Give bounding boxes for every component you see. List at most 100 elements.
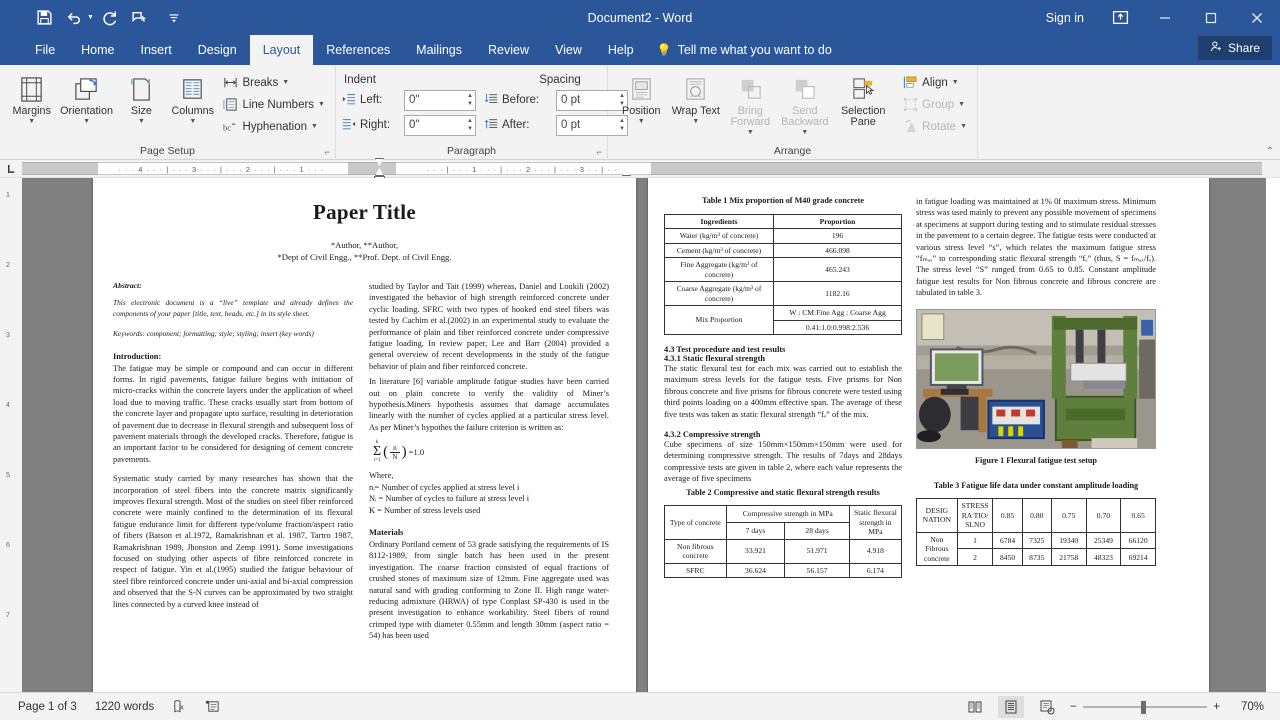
table2-r1-c2: 56.157 (785, 563, 850, 578)
zoom-track[interactable] (1083, 700, 1208, 714)
position-button[interactable]: Position ▼ (614, 69, 669, 125)
tab-design[interactable]: Design (185, 35, 250, 65)
undo-dropdown-caret[interactable]: ▼ (87, 14, 94, 21)
table-row: Non fibrous concrete 33.921 51.971 4.918 (665, 539, 902, 563)
restore-icon[interactable] (1188, 0, 1234, 35)
table2-header-type: Type of concrete (665, 506, 727, 540)
ribbon-display-options-icon[interactable] (1098, 0, 1142, 35)
zoom-thumb[interactable] (1141, 701, 1146, 714)
columns-button[interactable]: Columns ▼ (167, 69, 218, 125)
table1-r0-c0: Water (kg/m³ of concrete) (665, 229, 774, 244)
horizontal-ruler[interactable]: · · · 4 · · · | · · · 3 · · · | · · · 2 … (0, 160, 1280, 178)
undo-icon[interactable] (60, 5, 88, 31)
table2-r1-c0: SFRC (665, 563, 727, 578)
redo-icon[interactable] (96, 5, 124, 31)
collapse-ribbon-icon[interactable]: ⌃ (1266, 146, 1274, 157)
sign-in-button[interactable]: Sign in (1032, 11, 1098, 25)
tab-review[interactable]: Review (475, 35, 542, 65)
save-icon[interactable] (30, 5, 58, 31)
breaks-button[interactable]: Breaks ▼ (218, 72, 329, 93)
ruler-margin-right-outer (651, 162, 1262, 175)
orientation-dropdown-caret[interactable]: ▼ (83, 118, 90, 125)
selection-pane-button[interactable]: Selection Pane (832, 69, 894, 128)
table3-r0-c3: 19340 (1051, 532, 1086, 549)
tab-mailings[interactable]: Mailings (403, 35, 475, 65)
col3-paragraph-1: in fatigue loading was maintained at 1% … (916, 196, 1156, 299)
zoom-out-button[interactable]: − (1070, 701, 1077, 713)
tab-view[interactable]: View (542, 35, 595, 65)
accessibility-checker-icon[interactable] (205, 699, 220, 714)
wrap-text-button[interactable]: Wrap Text ▼ (669, 69, 724, 125)
line-numbers-dropdown-caret[interactable]: ▼ (318, 101, 325, 108)
line-numbers-button[interactable]: Line Numbers ▼ (218, 94, 329, 115)
hyphenation-dropdown-caret[interactable]: ▼ (311, 123, 318, 130)
col2-paragraph-1: studied by Taylor and Tait (1999) wherea… (369, 281, 609, 372)
rotate-label: Rotate (922, 121, 956, 133)
page-indicator[interactable]: Page 1 of 3 (18, 701, 77, 713)
indent-right-input[interactable]: 0" ▲▼ (404, 115, 476, 136)
tab-insert[interactable]: Insert (128, 35, 185, 65)
minimize-icon[interactable] (1142, 0, 1188, 35)
position-dropdown-caret[interactable]: ▼ (638, 118, 645, 125)
tell-me-search[interactable]: 💡 Tell me what you want to do (647, 35, 842, 65)
customize-quick-access-icon[interactable] (160, 5, 188, 31)
size-button[interactable]: Size ▼ (116, 69, 167, 125)
align-dropdown-caret[interactable]: ▼ (952, 79, 959, 86)
columns-dropdown-caret[interactable]: ▼ (189, 118, 196, 125)
orientation-button[interactable]: Orientation ▼ (57, 69, 115, 125)
proofing-errors-icon[interactable]: x (172, 699, 187, 714)
indent-right-spinner[interactable]: ▲▼ (467, 116, 473, 135)
read-mode-view-button[interactable] (962, 696, 988, 718)
vertical-ruler[interactable]: 1 2 3 4 5 6 7 (0, 178, 22, 692)
rotate-icon (902, 119, 918, 135)
paper-title: Paper Title (113, 200, 616, 225)
document-page-2[interactable]: Table 1 Mix proportion of M40 grade conc… (648, 178, 1209, 692)
page-setup-dialog-launcher[interactable]: ⌐ (325, 145, 330, 159)
touch-mode-icon[interactable] (126, 5, 154, 31)
page-2-column-1: Table 1 Mix proportion of M40 grade conc… (664, 196, 902, 578)
margins-dropdown-caret[interactable]: ▼ (28, 118, 35, 125)
zoom-slider[interactable]: − + (1070, 700, 1220, 714)
introduction-heading: Introduction: (113, 352, 353, 361)
table3-r0-c5: 66120 (1121, 532, 1156, 549)
margins-button[interactable]: Margins ▼ (6, 69, 57, 125)
table-row: Coarse Aggregate (kg/m³ of concrete) 118… (665, 282, 902, 306)
tab-help[interactable]: Help (595, 35, 647, 65)
table1-r3-c0: Coarse Aggregate (kg/m³ of concrete) (665, 282, 774, 306)
hyphenation-button[interactable]: bc Hyphenation ▼ (218, 116, 329, 137)
table-3-fatigue-life: DESIG NATION STRESS RA TIO/ SLNO 0.85 0.… (916, 498, 1156, 566)
print-layout-view-button[interactable] (998, 696, 1024, 718)
size-dropdown-caret[interactable]: ▼ (138, 118, 145, 125)
tab-stop-left-icon[interactable] (0, 160, 22, 178)
breaks-dropdown-caret[interactable]: ▼ (282, 79, 289, 86)
ruler-left-numbers: · · · 4 · · · | · · · 3 · · · | · · · 2 … (98, 162, 348, 175)
word-count[interactable]: 1220 words (95, 701, 154, 713)
send-backward-icon (791, 72, 818, 106)
document-page-1[interactable]: Paper Title *Author, **Author, *Dept of … (93, 178, 636, 692)
spacing-after-icon (484, 117, 498, 134)
breaks-label: Breaks (242, 77, 278, 89)
align-button[interactable]: Align ▼ (898, 72, 971, 93)
send-backward-dropdown-caret: ▼ (801, 129, 808, 136)
paragraph-dialog-launcher[interactable]: ⌐ (597, 145, 602, 159)
tab-home[interactable]: Home (68, 35, 127, 65)
table-row: Type of concrete Compressive strength in… (665, 506, 902, 523)
tab-file[interactable]: File (22, 35, 68, 65)
zoom-level[interactable]: 70% (1230, 701, 1264, 713)
indent-left-label: Left: (360, 94, 382, 106)
zoom-in-button[interactable]: + (1213, 701, 1220, 713)
document-canvas[interactable]: Paper Title *Author, **Author, *Dept of … (22, 178, 1266, 692)
table3-r1-c5: 69214 (1121, 549, 1156, 566)
indent-left-spinner[interactable]: ▲▼ (467, 91, 473, 110)
wrap-text-dropdown-caret[interactable]: ▼ (692, 118, 699, 125)
share-button[interactable]: Share (1198, 36, 1272, 60)
table2-r1-c1: 36.624 (726, 563, 785, 578)
tab-layout[interactable]: Layout (250, 35, 314, 65)
web-layout-view-button[interactable] (1034, 696, 1060, 718)
wrap-text-icon (682, 72, 709, 106)
indent-left-input[interactable]: 0" ▲▼ (404, 90, 476, 111)
tab-references[interactable]: References (313, 35, 403, 65)
table1-r2-c1: 465.243 (774, 258, 902, 282)
position-label: Position (622, 106, 660, 117)
close-icon[interactable] (1234, 0, 1280, 35)
